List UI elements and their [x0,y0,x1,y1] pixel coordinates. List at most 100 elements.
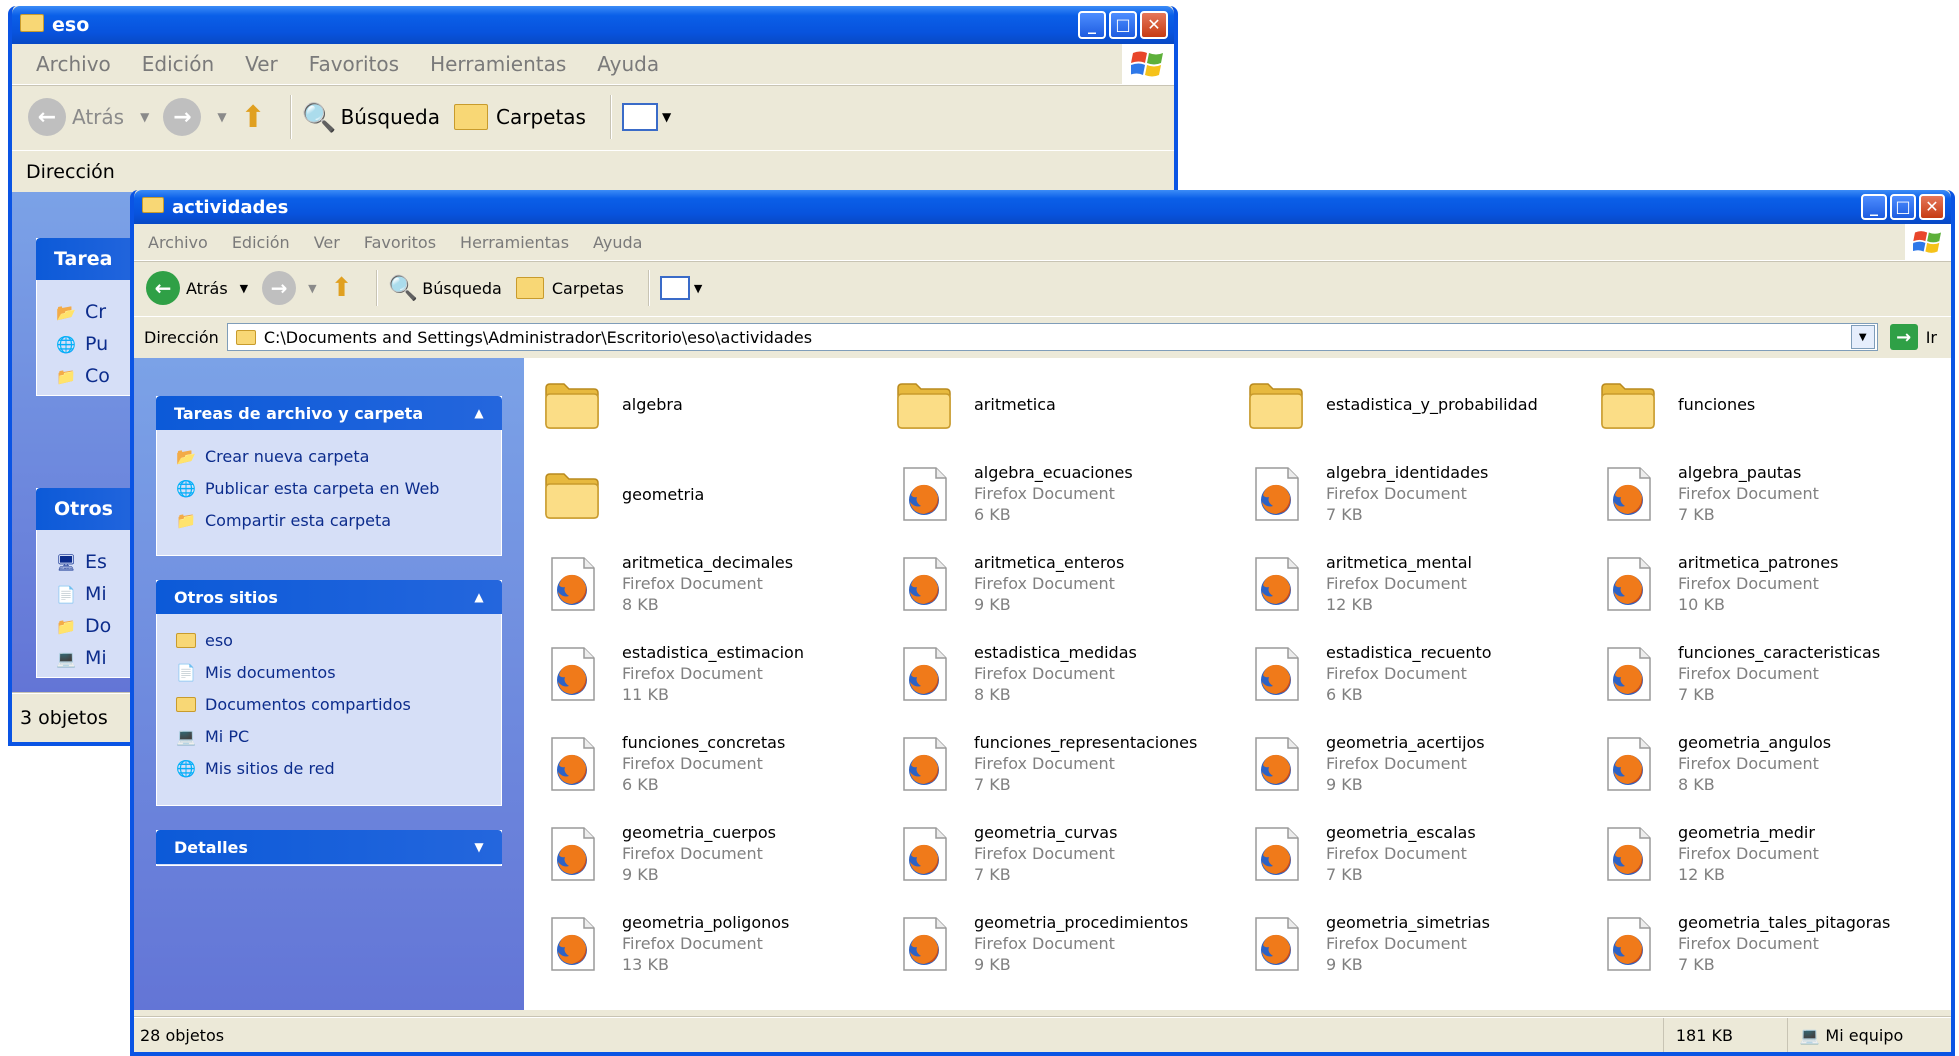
task-item[interactable]: 📁 Co [55,365,110,387]
menu-favoritos[interactable]: Favoritos [309,52,399,76]
forward-button[interactable]: → ▼ [262,271,317,305]
folders-button[interactable]: Carpetas [515,277,624,299]
collapse-icon[interactable]: ▲ [470,405,488,421]
folder-item[interactable]: geometria [530,454,880,534]
file-item[interactable]: geometria_medir Firefox Document 12 KB [1586,814,1936,894]
forward-dropdown-icon[interactable]: ▼ [217,110,226,124]
places-panel-header[interactable]: Otros sitios ▲ [156,580,502,614]
place-item[interactable]: 🖥 Es [55,551,107,573]
place-mis-sitios-de-red[interactable]: 🌐 Mis sitios de red [175,757,335,779]
place-item[interactable]: 💻 Mi [55,647,107,669]
views-button[interactable]: ▼ [621,103,671,131]
file-item[interactable]: geometria_procedimientos Firefox Document… [882,904,1232,984]
back-button[interactable]: ← Atrás ▼ [28,98,149,136]
file-item[interactable]: geometria_escalas Firefox Document 7 KB [1234,814,1584,894]
title-bar[interactable]: actividades _ □ ✕ [134,190,1951,224]
file-item[interactable]: aritmetica_mental Firefox Document 12 KB [1234,544,1584,624]
folder-item[interactable]: algebra [530,364,880,444]
task-new-folder[interactable]: 📂 Crear nueva carpeta [175,445,369,467]
menu-ayuda[interactable]: Ayuda [597,52,659,76]
file-item[interactable]: estadistica_estimacion Firefox Document 11… [530,634,880,714]
place-documentos-compartidos[interactable]: Documentos compartidos [175,693,411,715]
place-item[interactable]: 📁 Do [55,615,111,637]
close-button[interactable]: ✕ [1919,194,1945,220]
menu-archivo[interactable]: Archivo [148,233,208,252]
file-item[interactable]: geometria_simetrias Firefox Document 9 KB [1234,904,1584,984]
file-item[interactable]: aritmetica_patrones Firefox Document 10 KB [1586,544,1936,624]
close-button[interactable]: ✕ [1140,11,1168,39]
collapse-icon[interactable]: ▲ [470,589,488,605]
address-dropdown-icon[interactable]: ▼ [1850,325,1875,349]
up-folder-button[interactable]: ⬆ [331,273,353,303]
window-actividades[interactable]: actividades _ □ ✕ Archivo Edición Ver Fa… [130,190,1955,1056]
file-text: aritmetica [974,394,1056,415]
maximize-button[interactable]: □ [1890,194,1916,220]
file-item[interactable]: estadistica_medidas Firefox Document 8 KB [882,634,1232,714]
file-item[interactable]: funciones_representaciones Firefox Docume… [882,724,1232,804]
folders-button[interactable]: Carpetas [454,104,586,130]
file-type: Firefox Document [1678,484,1819,503]
forward-button[interactable]: → ▼ [163,98,227,136]
place-eso[interactable]: eso [175,629,233,651]
place-item[interactable]: 📄 Mi [55,583,107,605]
menu-ver[interactable]: Ver [314,233,340,252]
title-bar[interactable]: eso _ □ ✕ [12,6,1174,44]
expand-icon[interactable]: ▼ [470,839,488,855]
file-name: aritmetica [974,395,1056,414]
menu-archivo[interactable]: Archivo [36,52,111,76]
file-item[interactable]: algebra_identidades Firefox Document 7 KB [1234,454,1584,534]
search-button[interactable]: 🔍 Búsqueda [302,101,440,134]
file-item[interactable]: geometria_poligonos Firefox Document 13 KB [530,904,880,984]
forward-dropdown-icon[interactable]: ▼ [308,282,316,295]
places-panel-title: Otros [54,498,113,520]
task-item[interactable]: 📂 Cr [55,301,106,323]
minimize-button[interactable]: _ [1861,194,1887,220]
folder-icon [235,329,256,345]
file-item[interactable]: geometria_tales_pitagoras Firefox Documen… [1586,904,1936,984]
menu-ayuda[interactable]: Ayuda [593,233,642,252]
go-button[interactable]: → Ir [1889,324,1937,350]
file-item[interactable]: geometria_angulos Firefox Document 8 KB [1586,724,1936,804]
views-button[interactable]: ▼ [659,276,702,300]
file-text: funciones [1678,394,1755,415]
file-item[interactable]: estadistica_recuento Firefox Document 6 KB [1234,634,1584,714]
task-item[interactable]: 🌐 Pu [55,333,108,355]
file-item[interactable]: geometria_acertijos Firefox Document 9 KB [1234,724,1584,804]
details-panel-header[interactable]: Detalles ▼ [156,830,502,864]
folder-item[interactable]: funciones [1586,364,1936,444]
menu-edicion[interactable]: Edición [142,52,214,76]
back-dropdown-icon[interactable]: ▼ [240,282,248,295]
menu-favoritos[interactable]: Favoritos [364,233,436,252]
file-size: 7 KB [1326,505,1363,524]
folder-icon [894,374,954,434]
file-item[interactable]: aritmetica_enteros Firefox Document 9 KB [882,544,1232,624]
menu-ver[interactable]: Ver [245,52,278,76]
file-item[interactable]: aritmetica_decimales Firefox Document 8 KB [530,544,880,624]
file-item[interactable]: geometria_curvas Firefox Document 7 KB [882,814,1232,894]
menu-herramientas[interactable]: Herramientas [460,233,569,252]
minimize-button[interactable]: _ [1078,11,1106,39]
task-share-folder[interactable]: 📁 Compartir esta carpeta [175,509,391,531]
folder-item[interactable]: aritmetica [882,364,1232,444]
task-publish-web[interactable]: 🌐 Publicar esta carpeta en Web [175,477,439,499]
tasks-panel-header[interactable]: Tareas de archivo y carpeta ▲ [156,396,502,430]
file-item[interactable]: algebra_ecuaciones Firefox Document 6 KB [882,454,1232,534]
menu-herramientas[interactable]: Herramientas [430,52,566,76]
firefox-document-icon [894,914,954,974]
menu-edicion[interactable]: Edición [232,233,290,252]
back-dropdown-icon[interactable]: ▼ [140,110,149,124]
search-button[interactable]: 🔍 Búsqueda [388,274,501,302]
maximize-button[interactable]: □ [1109,11,1137,39]
back-button[interactable]: ← Atrás ▼ [146,271,248,305]
task-label: Cr [85,301,107,323]
file-item[interactable]: algebra_pautas Firefox Document 7 KB [1586,454,1936,534]
folder-item[interactable]: estadistica_y_probabilidad [1234,364,1584,444]
place-mis-documentos[interactable]: 📄 Mis documentos [175,661,336,683]
file-item[interactable]: funciones_caracteristicas Firefox Documen… [1586,634,1936,714]
file-item[interactable]: geometria_cuerpos Firefox Document 9 KB [530,814,880,894]
file-item[interactable]: funciones_concretas Firefox Document 6 KB [530,724,880,804]
place-mi-pc[interactable]: 💻 Mi PC [175,725,249,747]
up-folder-button[interactable]: ⬆ [241,100,266,135]
address-input[interactable]: C:\Documents and Settings\Administrador\… [226,323,1878,351]
toolbar: ← Atrás ▼ → ▼ ⬆ 🔍 Búsqueda Carpetas ▼ [12,86,1174,148]
